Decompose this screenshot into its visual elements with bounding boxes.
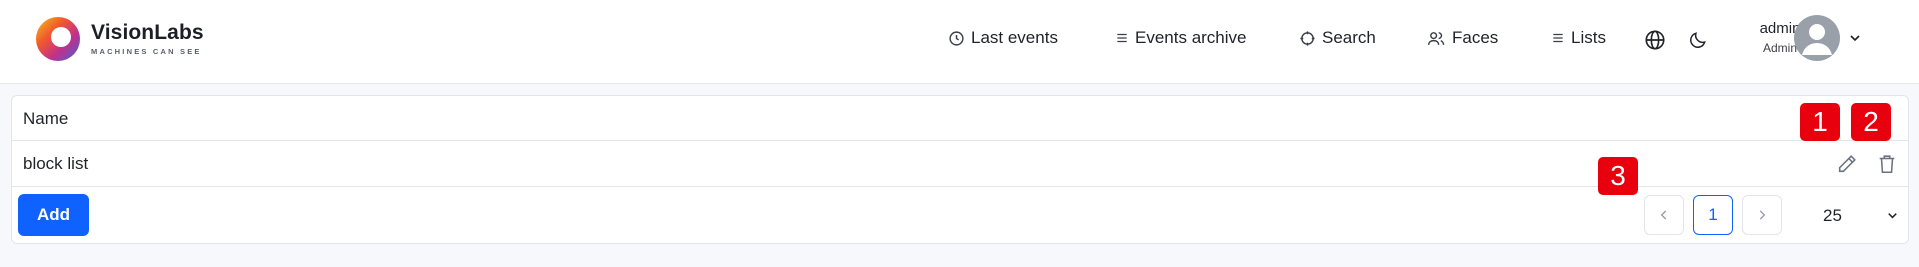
brand-tagline: MACHINES CAN SEE xyxy=(91,47,202,56)
top-header: VisionLabs MACHINES CAN SEE Last events … xyxy=(0,0,1919,84)
nav-events-archive-label: Events archive xyxy=(1135,28,1247,47)
annotation-badge-1: 1 xyxy=(1800,103,1840,141)
brand-logo[interactable]: VisionLabs MACHINES CAN SEE xyxy=(35,16,204,62)
table-footer: Add 1 25 xyxy=(12,187,1908,244)
edit-button[interactable] xyxy=(1832,149,1862,179)
moon-icon xyxy=(1690,32,1706,48)
nav-events-archive[interactable]: Events archive xyxy=(1115,26,1247,50)
delete-button[interactable] xyxy=(1872,149,1902,179)
annotation-badge-3: 3 xyxy=(1598,157,1638,195)
users-icon xyxy=(1428,31,1445,45)
pencil-icon xyxy=(1838,155,1856,173)
page-size-value: 25 xyxy=(1823,206,1842,225)
visionlabs-logo-icon xyxy=(36,17,80,61)
chevron-left-icon xyxy=(1660,210,1667,220)
nav-search-label: Search xyxy=(1322,28,1376,47)
table-header-row: Name xyxy=(12,96,1908,141)
next-page-button[interactable] xyxy=(1742,195,1782,235)
trash-icon xyxy=(1879,155,1895,174)
page-size-dropdown[interactable] xyxy=(1880,203,1904,227)
add-button[interactable]: Add xyxy=(18,194,89,236)
clock-icon xyxy=(949,30,964,46)
user-menu-toggle[interactable] xyxy=(1843,26,1867,50)
nav-search[interactable]: Search xyxy=(1299,26,1376,50)
nav-last-events[interactable]: Last events xyxy=(948,26,1058,50)
page-size-select[interactable]: 25 xyxy=(1797,195,1907,235)
avatar[interactable] xyxy=(1794,15,1840,61)
nav-last-events-label: Last events xyxy=(971,28,1058,47)
crosshair-icon xyxy=(1300,30,1315,46)
globe-icon xyxy=(1645,30,1665,50)
user-avatar-icon xyxy=(1802,24,1832,55)
list-icon xyxy=(1553,33,1563,43)
theme-toggle-button[interactable] xyxy=(1685,27,1711,53)
list-name-cell: block list xyxy=(23,154,89,173)
nav-faces[interactable]: Faces xyxy=(1427,26,1498,50)
page-button-current[interactable]: 1 xyxy=(1693,195,1733,235)
list-icon xyxy=(1117,33,1127,43)
prev-page-button[interactable] xyxy=(1644,195,1684,235)
chevron-right-icon xyxy=(1759,210,1766,220)
language-button[interactable] xyxy=(1642,27,1668,53)
brand-name: VisionLabs xyxy=(91,21,204,44)
chevron-down-icon xyxy=(1850,35,1860,42)
annotation-badge-2: 2 xyxy=(1851,103,1891,141)
nav-lists-label: Lists xyxy=(1571,28,1606,47)
nav-faces-label: Faces xyxy=(1452,28,1499,47)
chevron-down-icon xyxy=(1887,212,1897,218)
column-header-name: Name xyxy=(23,109,69,128)
nav-lists[interactable]: Lists xyxy=(1551,26,1606,50)
